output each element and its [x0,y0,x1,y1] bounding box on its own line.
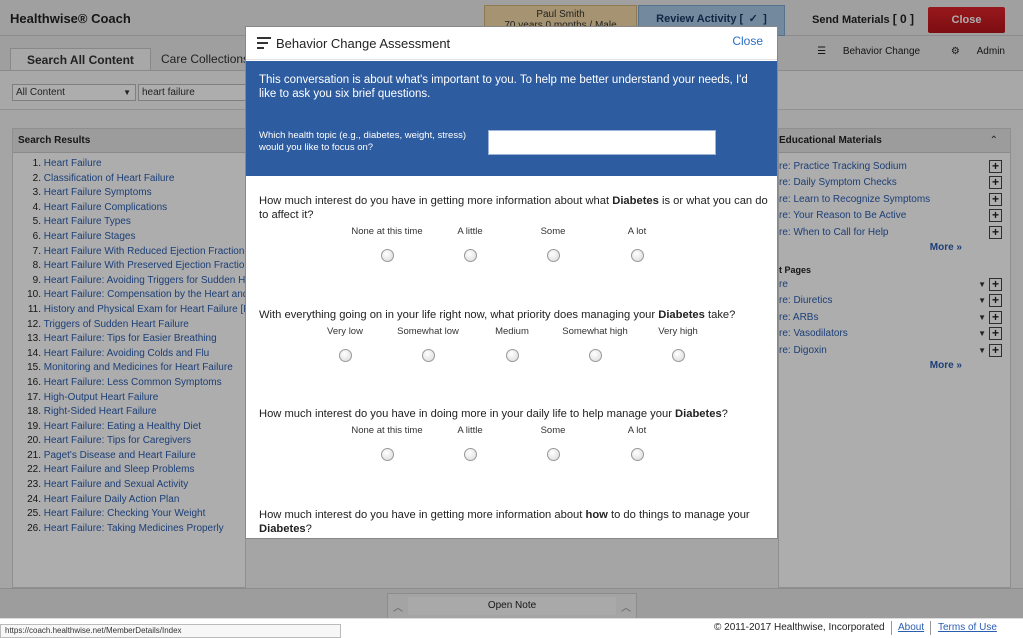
dialog-title: Behavior Change Assessment [276,36,451,51]
question-3-options: None at this time A little Some A lot [259,425,769,473]
about-link[interactable]: About [898,622,924,633]
question-2-option[interactable]: Somewhat low [383,326,473,362]
status-url: https://coach.healthwise.net/MemberDetai… [0,624,341,638]
radio-button[interactable] [380,448,394,461]
question-1-option[interactable]: A lot [592,226,682,262]
question-2-option[interactable]: Very low [300,326,390,362]
radio-button[interactable] [588,349,602,362]
radio-button[interactable] [421,349,435,362]
question-2-option[interactable]: Medium [467,326,557,362]
divider [891,621,892,635]
question-1-option[interactable]: A little [425,226,515,262]
option-label: A lot [627,425,647,436]
question-1-options: None at this time A little Some A lot [259,226,769,274]
question-1-text: How much interest do you have in getting… [259,195,768,221]
question-3-text: How much interest do you have in doing m… [259,408,728,420]
intro-text: This conversation is about what's import… [259,74,748,100]
question-2-options: Very low Somewhat low Medium Somewhat high V… [259,326,769,374]
option-label: A lot [627,226,647,237]
radio-button[interactable] [671,349,685,362]
topic-question: Which health topic (e.g., diabetes, weig… [259,130,466,153]
radio-button[interactable] [630,249,644,262]
question-2-option[interactable]: Somewhat high [550,326,640,362]
option-label: A little [457,226,483,237]
option-label: Some [540,425,566,436]
question-3-option[interactable]: A little [425,425,515,461]
option-label: Very low [327,326,363,337]
divider [930,621,931,635]
radio-button[interactable] [546,448,560,461]
question-2-option[interactable]: Very high [633,326,723,362]
question-3-option[interactable]: A lot [592,425,682,461]
option-label: Some [540,226,566,237]
option-label: Medium [495,326,529,337]
radio-button[interactable] [338,349,352,362]
question-3-option[interactable]: None at this time [342,425,432,461]
question-3: How much interest do you have in doing m… [259,407,769,473]
question-3-option[interactable]: Some [508,425,598,461]
copyright: © 2011-2017 Healthwise, Incorporated [714,622,885,633]
option-label: Very high [658,326,698,337]
radio-button[interactable] [463,249,477,262]
terms-of-use-link[interactable]: Terms of Use [938,622,997,633]
radio-button[interactable] [505,349,519,362]
question-1-option[interactable]: Some [508,226,598,262]
topic-input[interactable] [488,130,716,155]
option-label: Somewhat high [562,326,628,337]
question-1-option[interactable]: None at this time [342,226,432,262]
option-label: None at this time [351,226,423,237]
dialog-header: Behavior Change Assessment Close [246,27,777,60]
behavior-change-dialog: Behavior Change Assessment Close This co… [245,26,778,539]
radio-button[interactable] [546,249,560,262]
radio-button[interactable] [380,249,394,262]
question-4: How much interest do you have in getting… [259,508,769,536]
radio-button[interactable] [463,448,477,461]
list-icon [257,37,271,49]
dialog-close-link[interactable]: Close [732,34,763,48]
option-label: A little [457,425,483,436]
intro-section: This conversation is about what's import… [246,61,777,176]
question-2: With everything going on in your life ri… [259,308,769,374]
option-label: Somewhat low [397,326,459,337]
question-1: How much interest do you have in getting… [259,194,769,274]
option-label: None at this time [351,425,423,436]
radio-button[interactable] [630,448,644,461]
question-4-text: How much interest do you have in getting… [259,509,750,535]
question-2-text: With everything going on in your life ri… [259,309,736,321]
